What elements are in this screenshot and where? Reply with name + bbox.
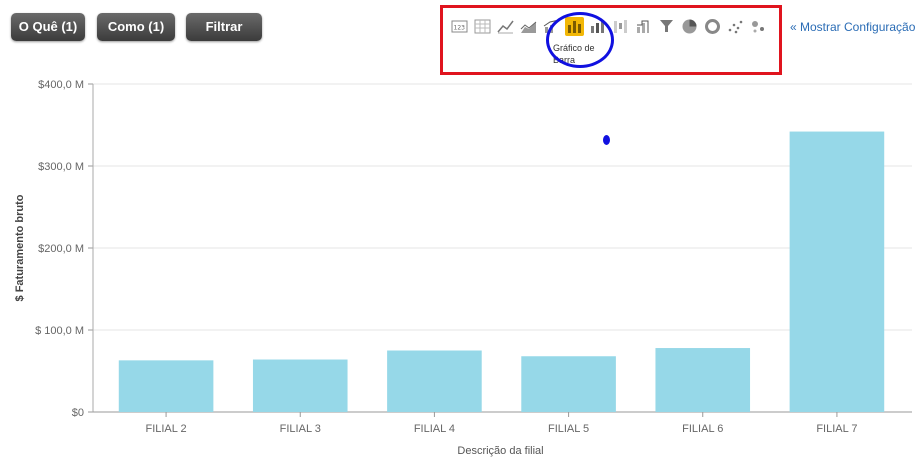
highlight-circle: [546, 12, 614, 68]
y-tick-label: $300,0 M: [38, 161, 84, 173]
y-tick-label: $0: [72, 407, 84, 419]
filter-button[interactable]: Filtrar: [186, 13, 262, 41]
bar[interactable]: [118, 360, 214, 412]
x-tick-label: FILIAL 5: [548, 423, 589, 435]
show-config-link[interactable]: « Mostrar Configuração: [790, 20, 915, 34]
bar-chart: $0 $ 100,0 M $200,0 M $300,0 M $400,0 M FILIA…: [14, 79, 912, 457]
y-tick-label: $400,0 M: [38, 79, 84, 91]
x-tick-label: FILIAL 3: [280, 423, 321, 435]
bar[interactable]: [521, 356, 616, 412]
x-tick-label: FILIAL 2: [145, 423, 186, 435]
x-tick-label: FILIAL 4: [414, 423, 455, 435]
what-button[interactable]: O Quê (1): [11, 13, 85, 41]
x-axis-title: Descrição da filial: [457, 445, 543, 457]
y-axis-title: $ Faturamento bruto: [14, 194, 26, 301]
x-tick-label: FILIAL 6: [682, 423, 723, 435]
bar[interactable]: [252, 359, 348, 412]
y-tick-label: $ 100,0 M: [35, 325, 84, 337]
y-tick-label: $200,0 M: [38, 243, 84, 255]
bar[interactable]: [387, 350, 482, 413]
how-button[interactable]: Como (1): [97, 13, 175, 41]
bar[interactable]: [789, 131, 885, 412]
x-tick-label: FILIAL 7: [816, 423, 857, 435]
bar[interactable]: [655, 348, 751, 412]
